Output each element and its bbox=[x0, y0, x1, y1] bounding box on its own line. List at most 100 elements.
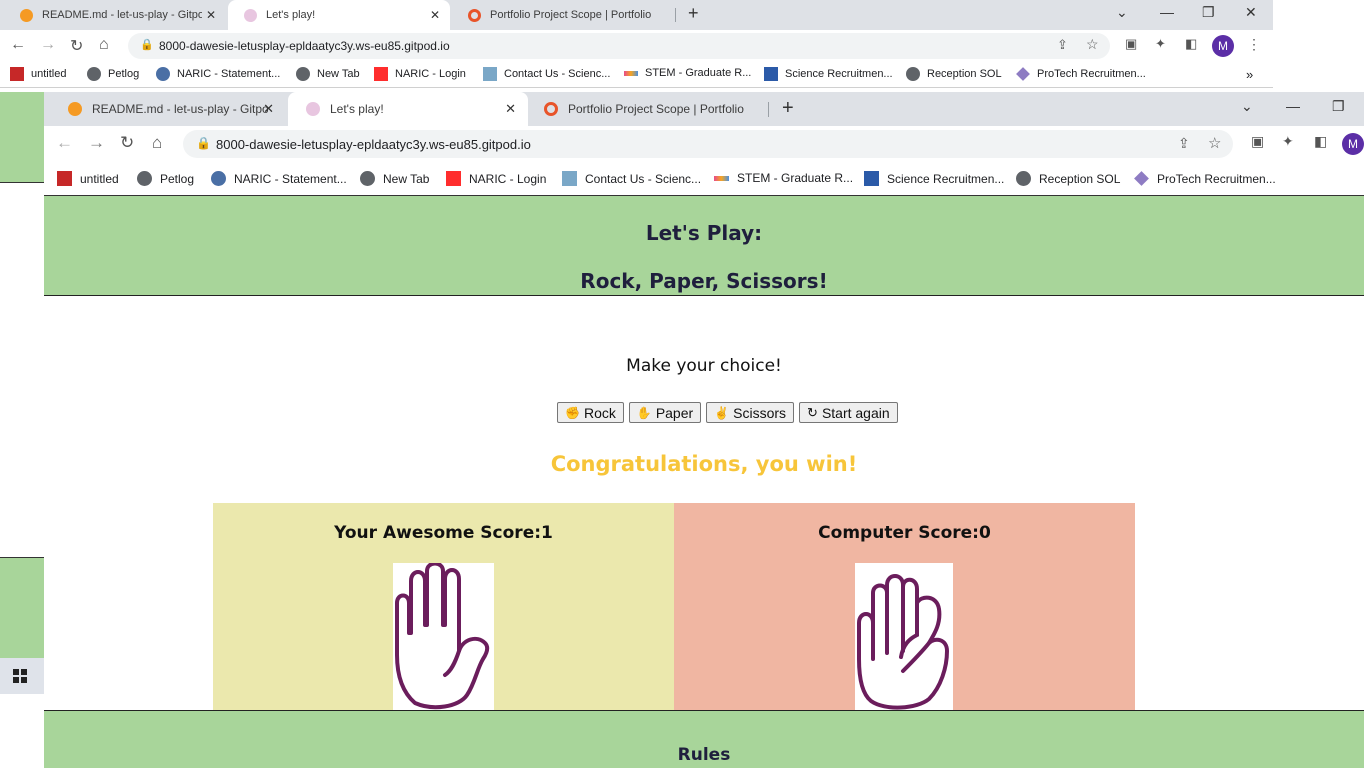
sidepanel-icon[interactable]: ◧ bbox=[1314, 133, 1327, 150]
scissors-button[interactable]: ✌ Scissors bbox=[706, 402, 795, 423]
close-icon[interactable]: ✕ bbox=[430, 8, 440, 22]
bookmark-item[interactable]: Contact Us - Scienc... bbox=[483, 67, 610, 81]
minimize-icon[interactable]: — bbox=[1160, 4, 1174, 20]
page-favicon-icon bbox=[306, 102, 320, 116]
bookmark-label: New Tab bbox=[317, 68, 360, 80]
forward-icon[interactable]: → bbox=[40, 36, 56, 54]
bookmark-label: ProTech Recruitmen... bbox=[1157, 171, 1276, 186]
bookmark-label: ProTech Recruitmen... bbox=[1037, 68, 1146, 80]
inner-tab-label: Portfolio Project Scope | Portfolio bbox=[568, 102, 744, 116]
outer-tab-label: Portfolio Project Scope | Portfolio bbox=[490, 9, 652, 21]
portfolio-icon bbox=[468, 8, 481, 22]
bookmark-item[interactable]: Science Recruitmen... bbox=[864, 171, 1004, 186]
inner-browser-window: README.md - let-us-play - Gitpo ✕ Let's … bbox=[44, 92, 1364, 768]
bookmark-item[interactable]: New Tab bbox=[360, 171, 429, 186]
paper-button-label: Paper bbox=[655, 404, 694, 421]
inner-url-field[interactable]: 🔒 8000-dawesie-letusplay-epldaatyc3y.ws-… bbox=[183, 130, 1233, 158]
more-bookmarks-icon[interactable]: » bbox=[1246, 67, 1253, 82]
bookmark-item[interactable]: STEM - Graduate R... bbox=[714, 171, 853, 185]
globe-icon bbox=[87, 67, 101, 81]
paper-hand-icon bbox=[393, 561, 494, 711]
close-window-icon[interactable]: ✕ bbox=[1245, 4, 1257, 21]
result-message: Congratulations, you win! bbox=[550, 452, 858, 476]
back-icon[interactable]: ← bbox=[10, 36, 26, 54]
reload-icon[interactable]: ↻ bbox=[70, 36, 83, 56]
reload-icon[interactable]: ↻ bbox=[120, 133, 134, 153]
bookmark-item[interactable]: NARIC - Login bbox=[446, 171, 546, 186]
paper-button[interactable]: ✋ Paper bbox=[628, 402, 702, 423]
bookmark-item[interactable]: ProTech Recruitmen... bbox=[1134, 171, 1276, 186]
back-icon[interactable]: ← bbox=[56, 133, 73, 153]
outer-url-text: 8000-dawesie-letusplay-epldaatyc3y.ws-eu… bbox=[159, 39, 450, 53]
outer-tab-bar: README.md - let-us-play - Gitpo ✕ Let's … bbox=[0, 0, 1273, 30]
extension-icon[interactable]: ▣ bbox=[1251, 133, 1264, 150]
inner-tab-letsplay[interactable]: Let's play! ✕ bbox=[288, 92, 528, 126]
home-icon[interactable]: ⌂ bbox=[152, 133, 162, 153]
new-tab-icon[interactable]: + bbox=[688, 3, 699, 24]
bookmark-label: NARIC - Login bbox=[395, 68, 466, 80]
globe-icon bbox=[1016, 171, 1031, 186]
bookmark-item[interactable]: Reception SOL bbox=[906, 67, 1002, 81]
bookmark-label: STEM - Graduate R... bbox=[645, 67, 752, 79]
outer-url-field[interactable]: 🔒 8000-dawesie-letusplay-epldaatyc3y.ws-… bbox=[128, 33, 1110, 59]
close-icon[interactable]: ✕ bbox=[505, 101, 516, 117]
avatar[interactable]: M bbox=[1342, 133, 1364, 155]
rock-button[interactable]: ✊ Rock bbox=[557, 402, 624, 423]
page-title: Let's Play: bbox=[645, 221, 763, 245]
star-icon[interactable]: ☆ bbox=[1208, 134, 1221, 152]
bookmark-label: untitled bbox=[80, 171, 119, 186]
avatar[interactable]: M bbox=[1212, 35, 1234, 57]
globe-icon bbox=[137, 171, 152, 186]
bookmark-item[interactable]: Contact Us - Scienc... bbox=[562, 171, 701, 186]
new-tab-icon[interactable]: + bbox=[782, 97, 794, 120]
bookmark-icon bbox=[57, 171, 72, 186]
bookmark-item[interactable]: NARIC - Statement... bbox=[211, 171, 347, 186]
bookmark-label: NARIC - Statement... bbox=[234, 171, 347, 186]
bookmark-label: STEM - Graduate R... bbox=[737, 171, 854, 185]
bookmark-item[interactable]: NARIC - Login bbox=[374, 67, 466, 81]
puzzle-icon[interactable]: ✦ bbox=[1155, 36, 1166, 52]
bookmark-item[interactable]: STEM - Graduate R... bbox=[624, 67, 751, 79]
restore-icon[interactable]: ❐ bbox=[1202, 4, 1215, 21]
start-again-button[interactable]: ↻ Start again bbox=[799, 402, 898, 423]
page-header: Let's Play: Rock, Paper, Scissors! bbox=[44, 196, 1364, 296]
rules-section: Rules bbox=[44, 710, 1364, 768]
bookmark-item[interactable]: Petlog bbox=[137, 171, 194, 186]
inner-tab-portfolio[interactable]: Portfolio Project Scope | Portfolio bbox=[526, 92, 766, 126]
chevron-down-icon[interactable]: ⌄ bbox=[1241, 98, 1253, 115]
outer-tab-portfolio[interactable]: Portfolio Project Scope | Portfolio bbox=[452, 0, 674, 30]
menu-icon[interactable]: ⋮ bbox=[1247, 36, 1261, 53]
extension-icon[interactable]: ▣ bbox=[1125, 36, 1137, 52]
bookmark-label: NARIC - Statement... bbox=[177, 68, 281, 80]
bookmark-item[interactable]: New Tab bbox=[296, 67, 360, 81]
bookmark-item[interactable]: ProTech Recruitmen... bbox=[1016, 67, 1146, 81]
star-icon[interactable]: ☆ bbox=[1086, 36, 1099, 53]
outer-tab-letsplay[interactable]: Let's play! ✕ bbox=[228, 0, 450, 30]
bookmark-label: Reception SOL bbox=[927, 68, 1002, 80]
forward-icon[interactable]: → bbox=[88, 133, 105, 153]
share-icon[interactable]: ⇪ bbox=[1178, 135, 1190, 152]
inner-tab-readme[interactable]: README.md - let-us-play - Gitpo ✕ bbox=[50, 92, 286, 126]
close-icon[interactable]: ✕ bbox=[263, 101, 274, 117]
stem-icon bbox=[624, 70, 638, 76]
inner-bookmarks-bar: untitled Petlog NARIC - Statement... New… bbox=[44, 162, 1364, 196]
red-square-icon bbox=[374, 67, 388, 81]
bookmark-item[interactable]: untitled bbox=[10, 67, 66, 81]
minimize-icon[interactable]: — bbox=[1286, 98, 1300, 114]
bookmark-item[interactable]: Reception SOL bbox=[1016, 171, 1120, 186]
chevron-down-icon[interactable]: ⌄ bbox=[1116, 4, 1128, 21]
bookmark-item[interactable]: untitled bbox=[57, 171, 119, 186]
close-icon[interactable]: ✕ bbox=[206, 8, 216, 22]
bookmark-label: Petlog bbox=[108, 68, 140, 80]
bookmark-item[interactable]: NARIC - Statement... bbox=[156, 67, 280, 81]
bookmark-item[interactable]: Science Recruitmen... bbox=[764, 67, 893, 81]
restore-icon[interactable]: ❐ bbox=[1332, 98, 1345, 115]
windows-start-icon[interactable] bbox=[0, 658, 44, 694]
puzzle-icon[interactable]: ✦ bbox=[1282, 133, 1294, 150]
home-icon[interactable]: ⌂ bbox=[99, 36, 109, 54]
bookmark-item[interactable]: Petlog bbox=[87, 67, 139, 81]
share-icon[interactable]: ⇪ bbox=[1057, 37, 1068, 53]
outer-tab-readme[interactable]: README.md - let-us-play - Gitpo ✕ bbox=[4, 0, 226, 30]
sidepanel-icon[interactable]: ◧ bbox=[1185, 36, 1197, 52]
bookmark-label: untitled bbox=[31, 68, 67, 80]
